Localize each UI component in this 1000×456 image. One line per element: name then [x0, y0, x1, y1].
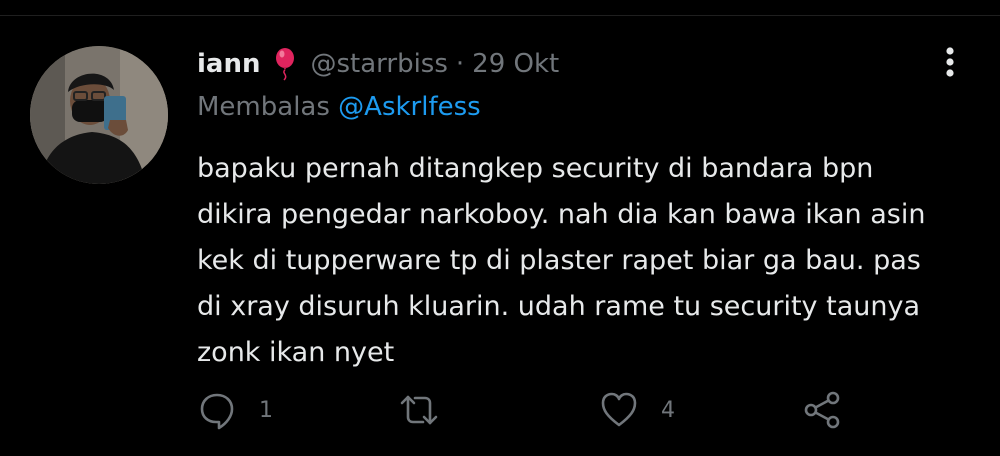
tweet-text: bapaku pernah ditangkep security di band… [197, 153, 926, 368]
retweet-button[interactable] [397, 387, 463, 433]
separator-dot: · [455, 49, 465, 79]
reply-button[interactable]: 1 [197, 387, 273, 433]
share-icon [804, 391, 840, 429]
heart-icon [601, 392, 637, 427]
action-bar: 1 4 [197, 387, 977, 433]
share-button[interactable] [801, 387, 843, 433]
reply-icon [200, 393, 234, 430]
like-button[interactable]: 4 [599, 387, 675, 433]
balloon-emoji [276, 48, 295, 81]
more-button[interactable] [938, 42, 962, 82]
reply-context: Membalas @Askrlfess [197, 92, 481, 122]
reply-count: 1 [259, 397, 273, 423]
avatar-photo [30, 46, 168, 184]
reply-prefix: Membalas [197, 92, 330, 122]
retweet-icon [400, 395, 438, 425]
reply-mention-link[interactable]: @Askrlfess [338, 92, 481, 122]
top-divider [0, 15, 1000, 16]
handle[interactable]: @starrbiss [310, 49, 447, 79]
more-vertical-icon [946, 47, 954, 77]
tweet-header: iann @starrbiss · 29 Okt [197, 44, 559, 84]
timestamp[interactable]: 29 Okt [472, 49, 559, 79]
display-name[interactable]: iann [197, 49, 260, 79]
like-count: 4 [661, 397, 675, 423]
avatar[interactable] [30, 46, 168, 184]
